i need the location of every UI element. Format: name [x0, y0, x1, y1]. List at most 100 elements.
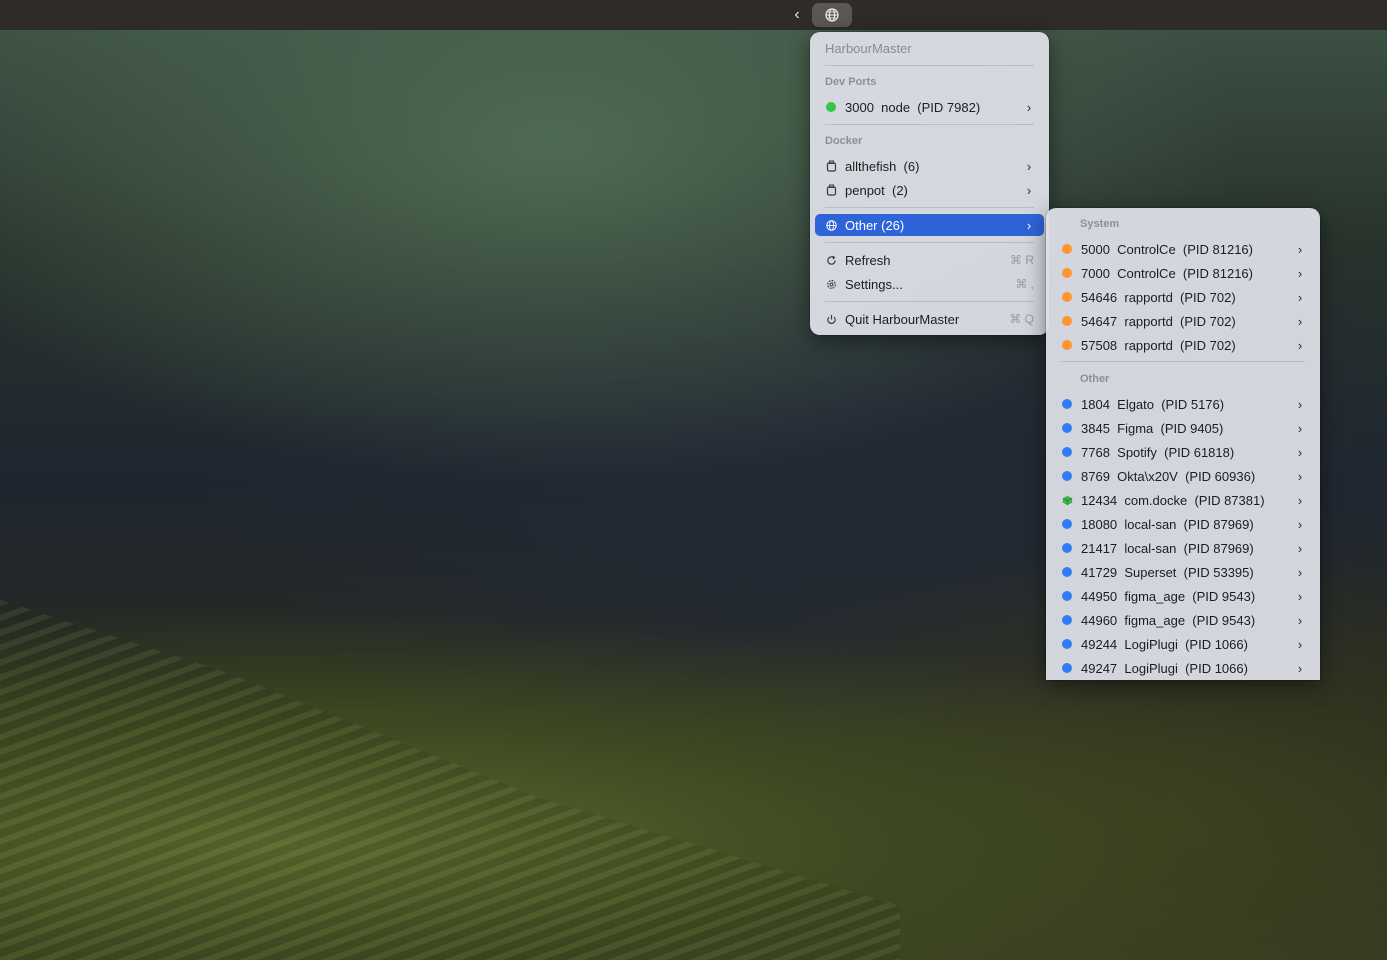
status-dot — [1061, 398, 1073, 410]
settings-item[interactable]: Settings... ⌘ , — [815, 273, 1044, 295]
status-dot — [1061, 446, 1073, 458]
dev-port-item[interactable]: 3000 node (PID 7982) › — [815, 96, 1044, 118]
status-dot — [1061, 590, 1073, 602]
chevron-right-icon: › — [1297, 660, 1303, 676]
port-item-label: 54647 rapportd (PID 702) — [1081, 313, 1236, 329]
port-item-label: 57508 rapportd (PID 702) — [1081, 337, 1236, 353]
refresh-icon — [825, 254, 837, 266]
globe-icon — [825, 219, 837, 231]
port-item-label: 44960 figma_age (PID 9543) — [1081, 612, 1256, 628]
port-item[interactable]: 21417 local-san (PID 87969) › — [1051, 537, 1315, 559]
status-dot — [1061, 638, 1073, 650]
quit-label: Quit HarbourMaster — [845, 311, 960, 327]
chevron-right-icon: › — [1297, 492, 1303, 508]
status-dot — [1061, 470, 1073, 482]
port-item-label: 12434 com.docke (PID 87381) — [1081, 492, 1265, 508]
status-dot — [825, 101, 837, 113]
quit-item[interactable]: Quit HarbourMaster ⌘ Q — [815, 308, 1044, 330]
port-item-label: 21417 local-san (PID 87969) — [1081, 540, 1254, 556]
port-item[interactable]: 5000 ControlCe (PID 81216) › — [1051, 238, 1315, 260]
refresh-item[interactable]: Refresh ⌘ R — [815, 249, 1044, 271]
chevron-right-icon: › — [1297, 289, 1303, 305]
port-item[interactable]: 8769 Okta\x20V (PID 60936) › — [1051, 465, 1315, 487]
port-item-label: 5000 ControlCe (PID 81216) — [1081, 241, 1253, 257]
section-header-dev-ports: Dev Ports — [825, 76, 877, 88]
docker-item-penpot[interactable]: penpot (2) › — [815, 179, 1044, 201]
port-item-label: 49247 LogiPlugi (PID 1066) — [1081, 660, 1248, 676]
port-item-label: 49244 LogiPlugi (PID 1066) — [1081, 636, 1248, 652]
app-title: HarbourMaster — [825, 41, 912, 56]
chevron-right-icon: › — [1297, 540, 1303, 556]
chevron-right-icon: › — [1297, 241, 1303, 257]
port-item[interactable]: 44960 figma_age (PID 9543) › — [1051, 609, 1315, 631]
chevron-right-icon: › — [1026, 99, 1032, 115]
port-item[interactable]: 7768 Spotify (PID 61818) › — [1051, 441, 1315, 463]
port-item[interactable]: 54646 rapportd (PID 702) › — [1051, 286, 1315, 308]
separator — [1061, 361, 1305, 362]
port-item-label: 3845 Figma (PID 9405) — [1081, 420, 1224, 436]
other-submenu: System 5000 ControlCe (PID 81216) › 7000 C… — [1046, 208, 1320, 680]
port-item-label: 44950 figma_age (PID 9543) — [1081, 588, 1256, 604]
port-item[interactable]: 41729 Superset (PID 53395) › — [1051, 561, 1315, 583]
separator — [825, 124, 1034, 125]
chevron-right-icon: › — [1297, 337, 1303, 353]
cube-icon — [1061, 494, 1073, 506]
separator — [825, 242, 1034, 243]
settings-shortcut: ⌘ , — [1015, 277, 1034, 291]
port-item[interactable]: 54647 rapportd (PID 702) › — [1051, 310, 1315, 332]
chevron-right-icon: › — [1297, 636, 1303, 652]
port-item[interactable]: 49247 LogiPlugi (PID 1066) › — [1051, 657, 1315, 679]
chevron-right-icon: › — [1297, 564, 1303, 580]
port-item[interactable]: 7000 ControlCe (PID 81216) › — [1051, 262, 1315, 284]
chevron-right-icon: › — [1026, 158, 1032, 174]
chevron-right-icon: › — [1297, 444, 1303, 460]
chevron-right-icon: › — [1297, 612, 1303, 628]
status-dot — [1061, 662, 1073, 674]
port-item[interactable]: 3845 Figma (PID 9405) › — [1051, 417, 1315, 439]
docker-item-label: allthefish (6) — [845, 158, 920, 174]
status-dot — [1061, 339, 1073, 351]
other-submenu-item[interactable]: Other (26) › — [815, 214, 1044, 236]
section-header-system: System — [1080, 218, 1120, 230]
status-dot — [1061, 291, 1073, 303]
other-label: Other (26) — [845, 217, 905, 233]
port-item-label: 1804 Elgato (PID 5176) — [1081, 396, 1225, 412]
docker-item-allthefish[interactable]: allthefish (6) › — [815, 155, 1044, 177]
port-item-label: 54646 rapportd (PID 702) — [1081, 289, 1236, 305]
harbourmaster-menu: HarbourMaster Dev Ports 3000 node (PID 7… — [810, 32, 1049, 335]
port-item[interactable]: 49244 LogiPlugi (PID 1066) › — [1051, 633, 1315, 655]
menu-bar: ‹ — [0, 0, 1387, 30]
section-header-other: Other — [1080, 373, 1110, 385]
port-item-label: 7768 Spotify (PID 61818) — [1081, 444, 1235, 460]
port-item[interactable]: 57508 rapportd (PID 702) › — [1051, 334, 1315, 356]
port-item-label: 8769 Okta\x20V (PID 60936) — [1081, 468, 1256, 484]
quit-shortcut: ⌘ Q — [1009, 312, 1034, 326]
chevron-right-icon: › — [1297, 588, 1303, 604]
status-dot — [1061, 566, 1073, 578]
status-dot — [1061, 614, 1073, 626]
port-item-label: 41729 Superset (PID 53395) — [1081, 564, 1254, 580]
chevron-left-icon[interactable]: ‹ — [790, 5, 804, 25]
port-item[interactable]: 18080 local-san (PID 87969) › — [1051, 513, 1315, 535]
status-dot — [1061, 243, 1073, 255]
wallpaper-vineyard — [0, 600, 900, 960]
refresh-label: Refresh — [845, 252, 891, 268]
chevron-right-icon: › — [1297, 468, 1303, 484]
status-dot — [1061, 422, 1073, 434]
status-dot — [1061, 315, 1073, 327]
port-item-label: 18080 local-san (PID 87969) — [1081, 516, 1254, 532]
port-item[interactable]: 12434 com.docke (PID 87381) › — [1051, 489, 1315, 511]
separator — [825, 301, 1034, 302]
port-item[interactable]: 1804 Elgato (PID 5176) › — [1051, 393, 1315, 415]
refresh-shortcut: ⌘ R — [1010, 253, 1034, 267]
chevron-right-icon: › — [1297, 420, 1303, 436]
status-dot — [1061, 267, 1073, 279]
dev-port-label: 3000 node (PID 7982) — [845, 99, 981, 115]
container-icon — [825, 184, 837, 196]
port-item[interactable]: 44950 figma_age (PID 9543) › — [1051, 585, 1315, 607]
chevron-right-icon: › — [1026, 182, 1032, 198]
settings-label: Settings... — [845, 276, 903, 292]
chevron-right-icon: › — [1026, 217, 1032, 233]
separator — [825, 65, 1034, 66]
globe-icon[interactable] — [812, 3, 852, 27]
